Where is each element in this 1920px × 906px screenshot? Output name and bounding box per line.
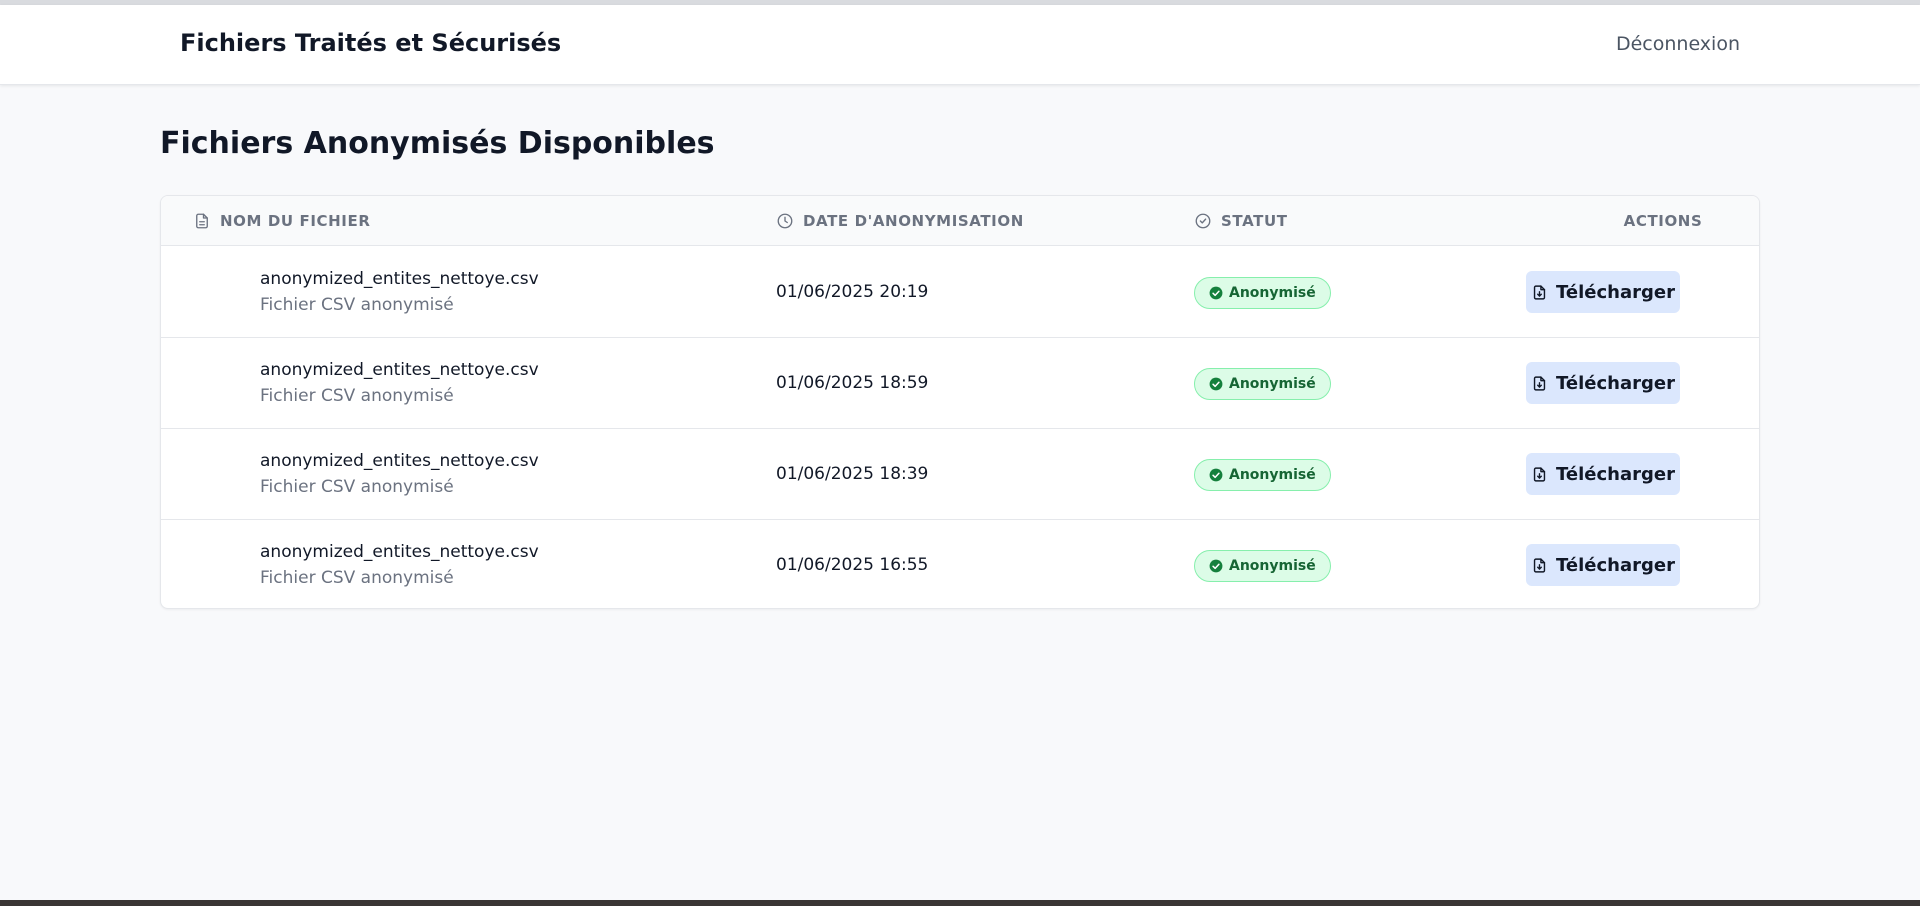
anonymization-date: 01/06/2025 18:39	[776, 464, 929, 484]
document-icon	[196, 213, 208, 229]
navbar: Fichiers Traités et Sécurisés Déconnexio…	[0, 5, 1920, 85]
status-badge-label: Anonymisé	[1229, 558, 1316, 574]
file-name: anonymized_entites_nettoye.csv	[260, 542, 539, 562]
table-header: NOM DU FICHIER DATE D'ANONYMISATION STAT…	[161, 196, 1759, 246]
status-badge-label: Anonymisé	[1229, 285, 1316, 301]
column-header-status-label: STATUT	[1221, 212, 1288, 230]
file-download-icon	[1533, 375, 1546, 391]
anonymization-date: 01/06/2025 18:59	[776, 373, 929, 393]
file-name: anonymized_entites_nettoye.csv	[260, 451, 539, 471]
download-button[interactable]: Télécharger	[1526, 362, 1680, 404]
status-badge: Anonymisé	[1194, 550, 1331, 582]
column-header-name-label: NOM DU FICHIER	[220, 212, 371, 230]
status-badge-label: Anonymisé	[1229, 376, 1316, 392]
download-button-label: Télécharger	[1556, 554, 1675, 576]
file-type: Fichier CSV anonymisé	[260, 295, 454, 315]
file-download-icon	[1533, 284, 1546, 300]
column-header-date-label: DATE D'ANONYMISATION	[803, 212, 1024, 230]
status-badge-label: Anonymisé	[1229, 467, 1316, 483]
os-taskbar-edge	[0, 900, 1920, 906]
download-button[interactable]: Télécharger	[1526, 453, 1680, 495]
download-button[interactable]: Télécharger	[1526, 271, 1680, 313]
anonymization-date: 01/06/2025 20:19	[776, 282, 929, 302]
file-type: Fichier CSV anonymisé	[260, 477, 454, 497]
status-badge: Anonymisé	[1194, 459, 1331, 491]
check-circle-icon	[1195, 213, 1211, 229]
status-badge: Anonymisé	[1194, 368, 1331, 400]
file-download-icon	[1533, 466, 1546, 482]
check-circle-filled-icon	[1209, 468, 1223, 482]
anonymization-date: 01/06/2025 16:55	[776, 555, 929, 575]
table-row: anonymized_entites_nettoye.csv Fichier C…	[161, 429, 1759, 520]
table-row: anonymized_entites_nettoye.csv Fichier C…	[161, 247, 1759, 338]
app-title: Fichiers Traités et Sécurisés	[180, 29, 562, 57]
column-header-name: NOM DU FICHIER	[193, 212, 370, 230]
page-title: Fichiers Anonymisés Disponibles	[160, 126, 715, 161]
clock-icon	[777, 213, 793, 229]
file-type: Fichier CSV anonymisé	[260, 386, 454, 406]
download-button-label: Télécharger	[1556, 463, 1675, 485]
check-circle-filled-icon	[1209, 559, 1223, 573]
download-button-label: Télécharger	[1556, 281, 1675, 303]
check-circle-filled-icon	[1209, 377, 1223, 391]
download-button-label: Télécharger	[1556, 372, 1675, 394]
logout-link[interactable]: Déconnexion	[1616, 33, 1740, 55]
download-button[interactable]: Télécharger	[1526, 544, 1680, 586]
table-row: anonymized_entites_nettoye.csv Fichier C…	[161, 520, 1759, 608]
files-table: NOM DU FICHIER DATE D'ANONYMISATION STAT…	[160, 195, 1760, 609]
column-header-actions-label: ACTIONS	[1623, 212, 1703, 230]
column-header-status: STATUT	[1194, 212, 1288, 230]
status-badge: Anonymisé	[1194, 277, 1331, 309]
file-name: anonymized_entites_nettoye.csv	[260, 360, 539, 380]
file-name: anonymized_entites_nettoye.csv	[260, 269, 539, 289]
check-circle-filled-icon	[1209, 286, 1223, 300]
column-header-date: DATE D'ANONYMISATION	[776, 212, 1024, 230]
file-type: Fichier CSV anonymisé	[260, 568, 454, 588]
table-row: anonymized_entites_nettoye.csv Fichier C…	[161, 338, 1759, 429]
column-header-actions: ACTIONS	[1568, 212, 1758, 230]
file-download-icon	[1533, 557, 1546, 573]
